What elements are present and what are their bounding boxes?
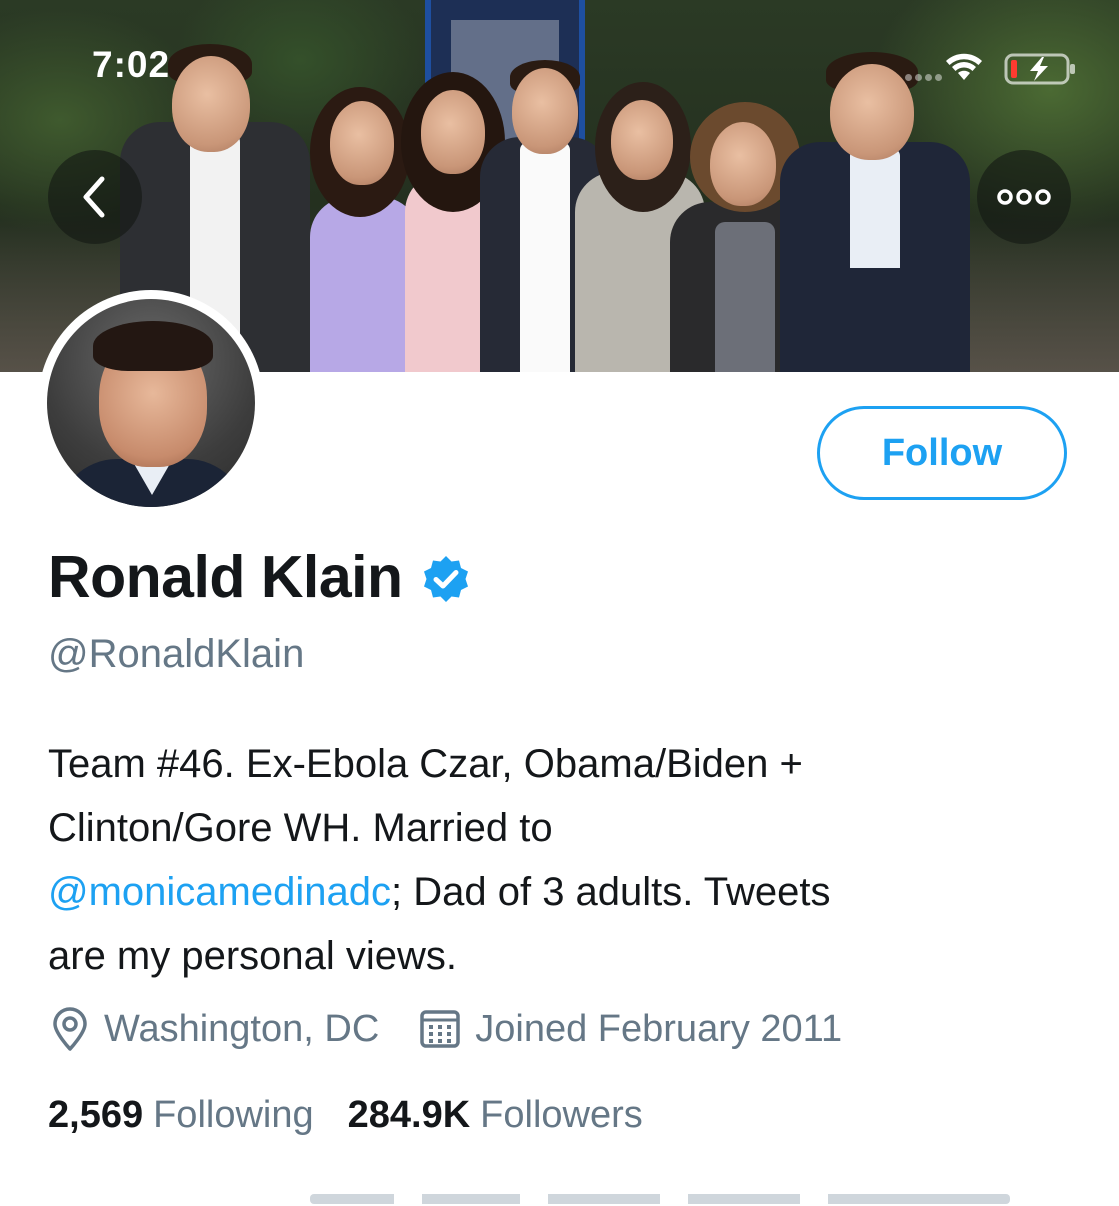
profile-handle: @RonaldKlain — [48, 632, 305, 676]
profile-join-date: Joined February 2011 — [419, 1008, 842, 1051]
display-name: Ronald Klain — [48, 544, 403, 610]
profile-name-row: Ronald Klain — [48, 543, 471, 611]
location-pin-icon — [53, 1007, 87, 1051]
chevron-left-icon — [83, 176, 105, 218]
followed-by-line-cutoff — [310, 1186, 1010, 1206]
calendar-icon — [420, 1010, 461, 1048]
profile-meta: Washington, DC Joined February 2011 — [50, 1006, 882, 1052]
avatar-photo — [47, 299, 255, 507]
location-text: Washington, DC — [104, 1007, 380, 1050]
bio-text: are my personal views. — [48, 934, 458, 978]
follow-button[interactable]: Follow — [817, 406, 1067, 500]
bio-mention-link[interactable]: @monicamedinadc — [48, 870, 391, 914]
more-options-button[interactable] — [977, 150, 1071, 244]
wifi-icon — [946, 53, 982, 80]
avatar[interactable] — [38, 290, 264, 516]
profile-bio: Team #46. Ex-Ebola Czar, Obama/Biden + C… — [48, 732, 1078, 988]
banner-person — [780, 52, 970, 372]
profile-location: Washington, DC — [50, 1006, 379, 1052]
join-date-text: Joined February 2011 — [475, 1007, 843, 1050]
verified-badge-icon — [423, 556, 468, 602]
bio-text: Clinton/Gore WH. Married to — [48, 806, 553, 850]
following-label: Following — [153, 1094, 314, 1136]
back-button[interactable] — [48, 150, 142, 244]
followers-count: 284.9K — [347, 1094, 471, 1136]
bio-text: ; Dad of 3 adults. Tweets — [391, 870, 831, 914]
followers-label: Followers — [480, 1094, 643, 1136]
more-horizontal-icon — [997, 189, 1051, 205]
following-count: 2,569 — [48, 1094, 144, 1136]
battery-icon — [1004, 53, 1075, 85]
following-link[interactable]: 2,569 Following — [48, 1094, 314, 1137]
followers-link[interactable]: 284.9K Followers — [348, 1094, 643, 1137]
status-bar-time: 7:02 — [92, 44, 171, 85]
bio-text: Team #46. Ex-Ebola Czar, Obama/Biden + — [48, 742, 803, 786]
profile-stats: 2,569 Following 284.9K Followers — [48, 1094, 677, 1137]
